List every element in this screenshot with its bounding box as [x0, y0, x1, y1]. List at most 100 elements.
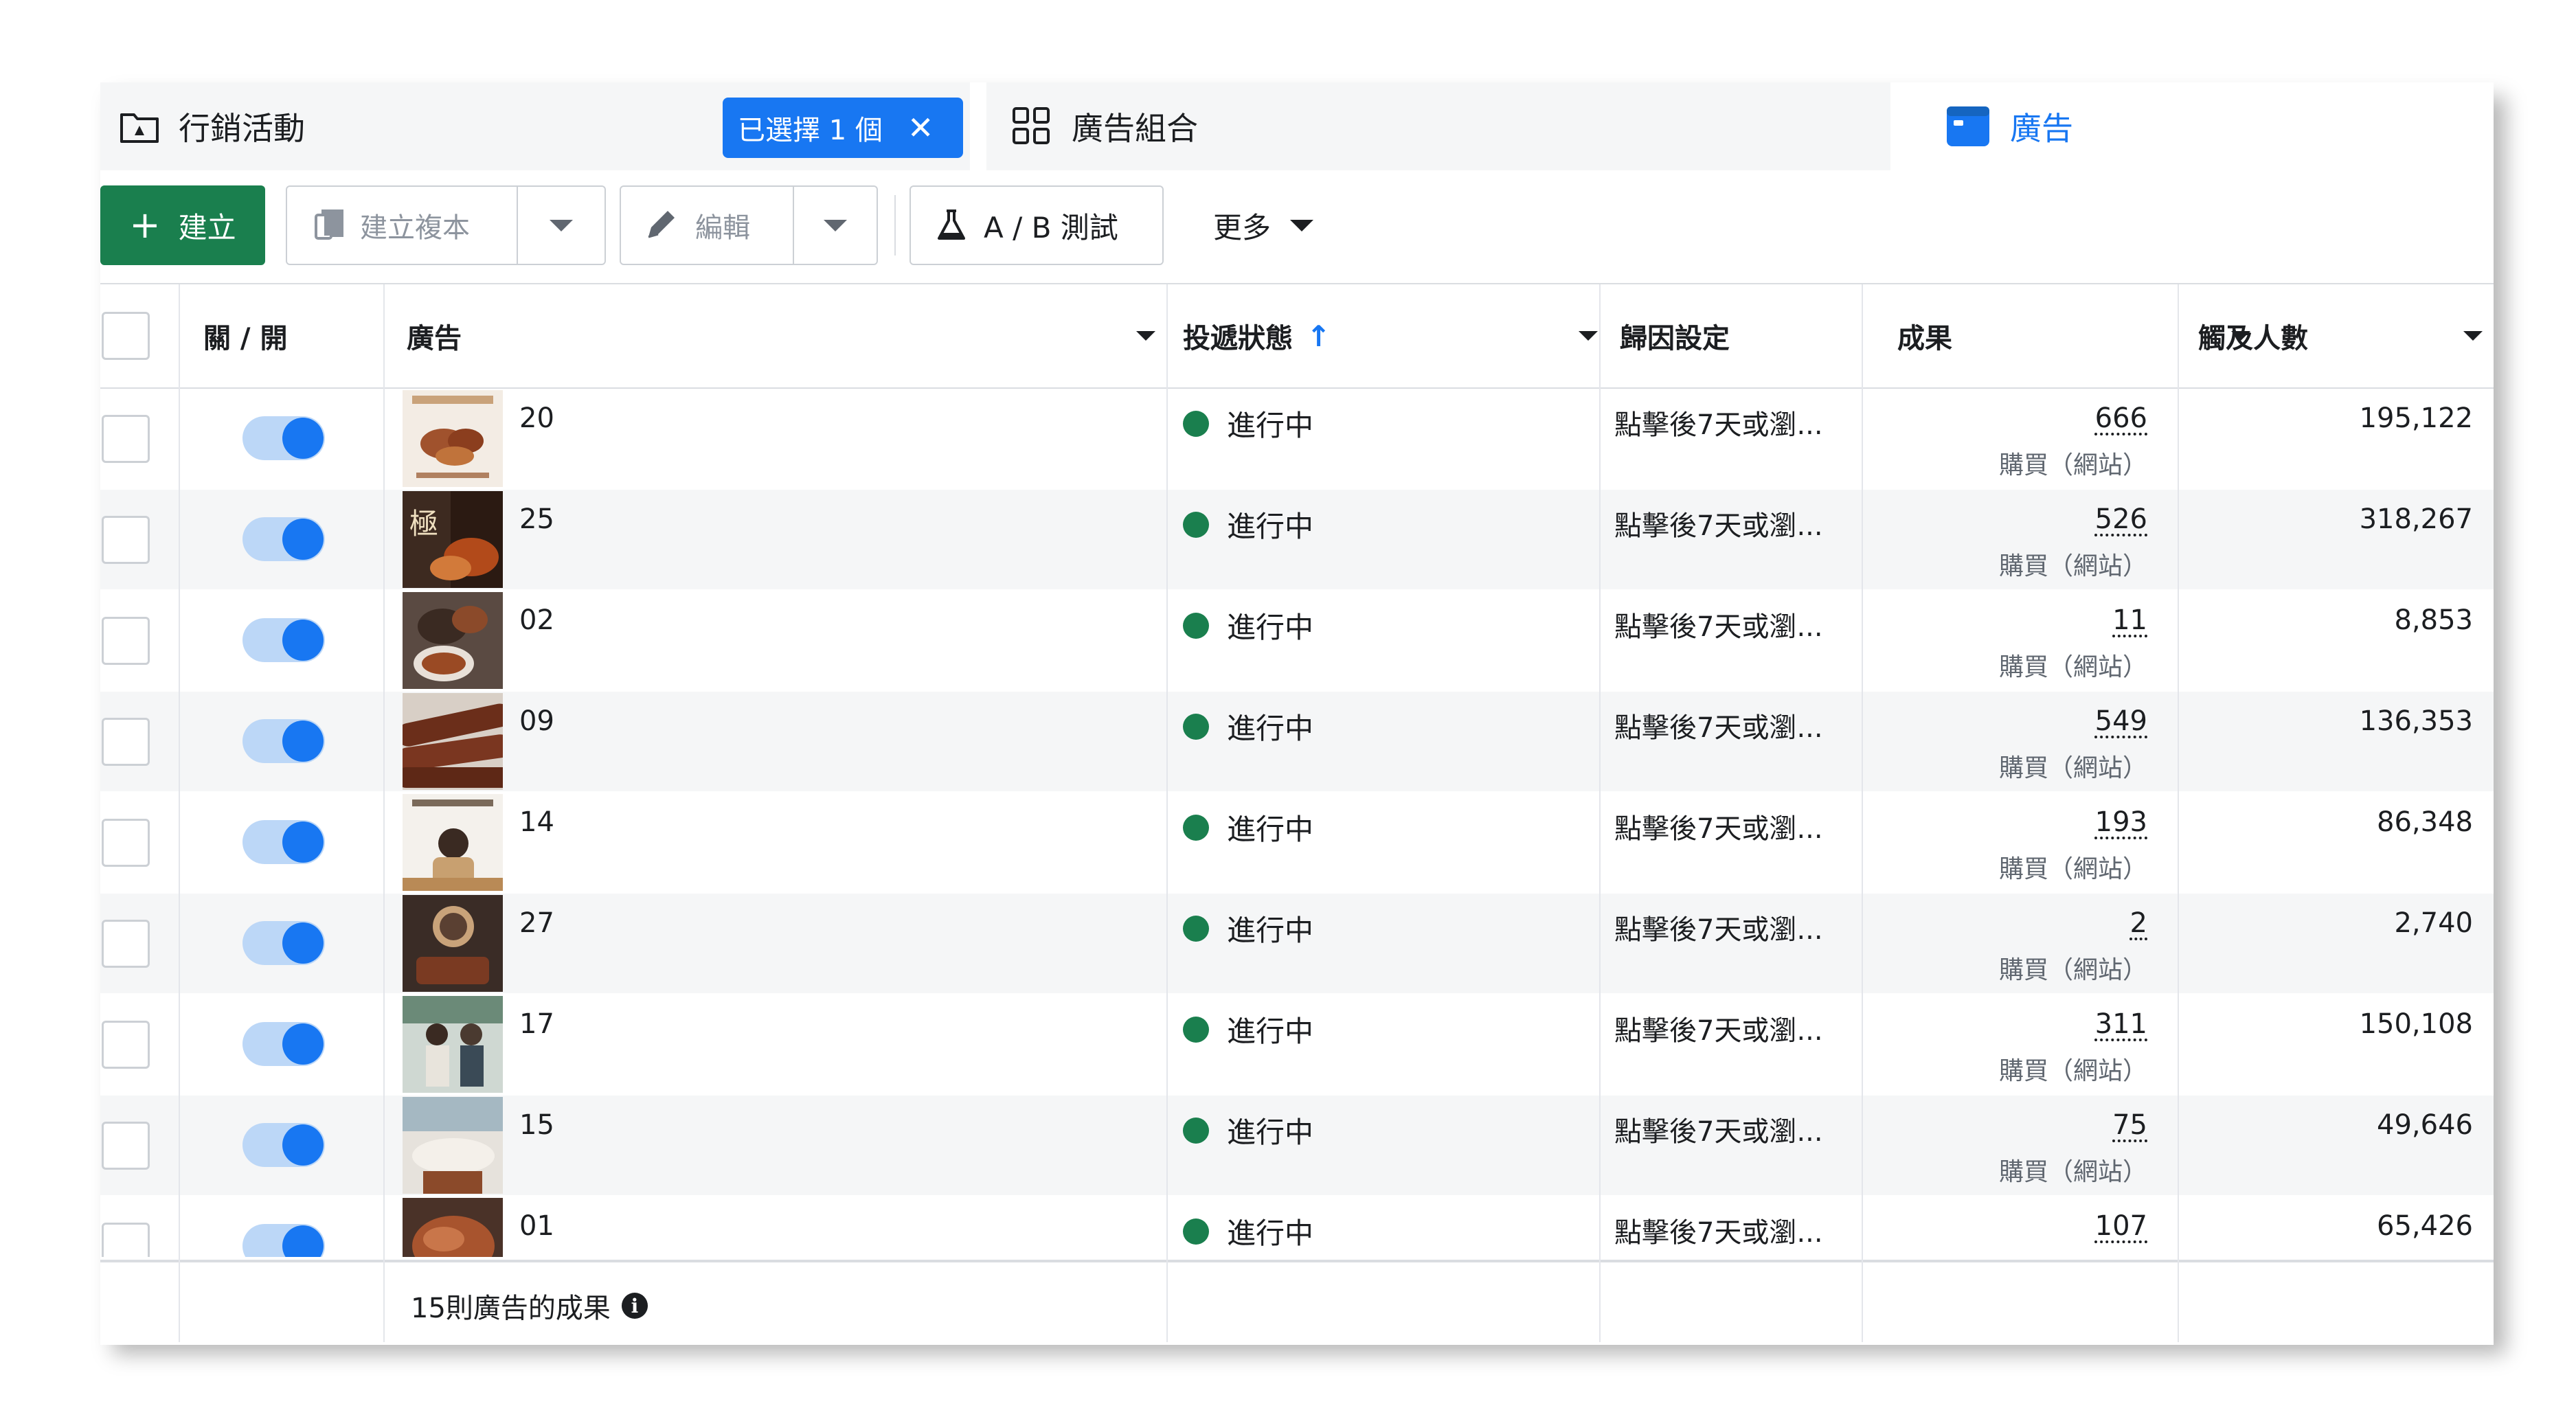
tab-ads[interactable]: 廣告	[1914, 82, 2494, 170]
more-menu-button[interactable]: 更多	[1213, 185, 1314, 265]
row-checkbox[interactable]	[102, 718, 150, 766]
ad-on-off-toggle[interactable]	[242, 719, 325, 763]
chevron-down-icon[interactable]	[1579, 331, 1598, 341]
results-value[interactable]: 11	[1999, 604, 2147, 636]
column-header-toggle[interactable]: 關 / 開	[203, 284, 287, 387]
tab-ad-sets[interactable]: 廣告組合	[986, 82, 1890, 170]
table-row[interactable]: 14 進行中 點擊後7天或瀏... 193 購買（網站） 86,348	[100, 793, 2494, 892]
ad-thumbnail[interactable]	[403, 895, 503, 992]
ad-name-link[interactable]: 25	[519, 503, 554, 535]
table-row[interactable]: 09 進行中 點擊後7天或瀏... 549 購買（網站） 136,353	[100, 692, 2494, 791]
ad-on-off-toggle[interactable]	[242, 1022, 325, 1066]
ad-thumbnail[interactable]: 極	[403, 491, 503, 588]
ad-thumbnail[interactable]	[403, 592, 503, 689]
selected-count-badge[interactable]: 已選擇 1 個 ✕	[723, 98, 963, 158]
column-header-delivery-label: 投遞狀態	[1183, 323, 1293, 354]
svg-text:極: 極	[409, 507, 438, 541]
results-cell: 549 購買（網站）	[1999, 705, 2147, 784]
chevron-down-icon[interactable]	[1136, 331, 1155, 341]
results-value[interactable]: 549	[1999, 705, 2147, 737]
column-header-results[interactable]: 成果	[1897, 284, 2250, 387]
row-checkbox[interactable]	[102, 516, 150, 564]
ad-thumbnail[interactable]	[403, 1198, 503, 1257]
ad-on-off-toggle[interactable]	[242, 1123, 325, 1167]
column-header-reach[interactable]: 觸及人數	[2198, 284, 2487, 387]
row-checkbox[interactable]	[102, 920, 150, 968]
results-value[interactable]: 2	[1999, 907, 2147, 939]
table-row[interactable]: 17 進行中 點擊後7天或瀏... 311 購買（網站） 150,108	[100, 995, 2494, 1094]
table-row[interactable]: 02 進行中 點擊後7天或瀏... 11 購買（網站） 8,853	[100, 591, 2494, 690]
info-icon[interactable]: i	[621, 1293, 648, 1319]
table-row[interactable]: 極 25 進行中 點擊後7天或瀏... 526 購買（網站） 318,267	[100, 490, 2494, 589]
table-row[interactable]: 15 進行中 點擊後7天或瀏... 75 購買（網站） 49,646	[100, 1096, 2494, 1195]
results-value[interactable]: 311	[1999, 1008, 2147, 1040]
close-icon[interactable]: ✕	[907, 112, 934, 144]
results-value[interactable]: 75	[1999, 1109, 2147, 1141]
results-type: 購買（網站）	[1998, 451, 2147, 479]
ad-name-link[interactable]: 01	[519, 1210, 554, 1242]
create-button[interactable]: + 建立	[100, 185, 265, 265]
column-header-ad[interactable]: 廣告	[407, 284, 1155, 387]
column-header-reach-label: 觸及人數	[2198, 323, 2308, 354]
ad-on-off-toggle[interactable]	[242, 618, 325, 662]
ab-test-button[interactable]: A / B 測試	[909, 185, 1164, 265]
tab-campaigns[interactable]: 行銷活動 已選擇 1 個 ✕	[100, 82, 970, 170]
row-checkbox[interactable]	[102, 1122, 150, 1170]
ad-thumbnail[interactable]	[403, 794, 503, 891]
results-value[interactable]: 107	[1999, 1210, 2147, 1242]
sort-ascending-icon[interactable]: ↑	[1307, 319, 1331, 353]
status-active-dot	[1183, 511, 1209, 538]
table-body: 20 進行中 點擊後7天或瀏... 666 購買（網站） 195,122 極 2…	[100, 389, 2494, 1257]
row-checkbox[interactable]	[102, 1021, 150, 1069]
select-all-checkbox[interactable]	[102, 312, 150, 360]
table-row[interactable]: 01 進行中 點擊後7天或瀏... 107 購買（網站） 65,426	[100, 1197, 2494, 1257]
ad-name-link[interactable]: 15	[519, 1109, 554, 1141]
results-value[interactable]: 526	[1999, 503, 2147, 535]
ad-on-off-toggle[interactable]	[242, 921, 325, 965]
column-header-attribution[interactable]: 歸因設定	[1620, 284, 1730, 387]
reach-value: 65,426	[2377, 1210, 2473, 1242]
status-active-dot	[1183, 410, 1209, 437]
ad-name-link[interactable]: 20	[519, 402, 554, 434]
column-header-delivery[interactable]: 投遞狀態 ↑	[1183, 284, 1598, 387]
ad-thumbnail[interactable]	[403, 693, 503, 790]
results-value[interactable]: 193	[1999, 806, 2147, 838]
edit-dropdown-button[interactable]	[794, 187, 877, 264]
ad-name-link[interactable]: 27	[519, 907, 554, 939]
duplicate-button-label: 建立複本	[360, 212, 470, 244]
ad-on-off-toggle[interactable]	[242, 1224, 325, 1257]
ad-thumbnail[interactable]	[403, 390, 503, 487]
ad-name-link[interactable]: 09	[519, 705, 554, 737]
ad-name-link[interactable]: 17	[519, 1008, 554, 1040]
ad-on-off-toggle[interactable]	[242, 517, 325, 561]
table-row[interactable]: 20 進行中 點擊後7天或瀏... 666 購買（網站） 195,122	[100, 389, 2494, 488]
row-checkbox[interactable]	[102, 415, 150, 463]
results-cell: 193 購買（網站）	[1999, 806, 2147, 885]
ad-name-link[interactable]: 14	[519, 806, 554, 838]
column-header-attribution-label: 歸因設定	[1620, 323, 1730, 354]
ad-thumbnail[interactable]	[403, 996, 503, 1093]
ad-thumbnail[interactable]	[403, 1097, 503, 1194]
delivery-status-label: 進行中	[1227, 409, 1314, 442]
ad-on-off-toggle[interactable]	[242, 820, 325, 864]
results-cell: 75 購買（網站）	[1999, 1109, 2147, 1188]
row-checkbox[interactable]	[102, 1223, 150, 1257]
row-checkbox[interactable]	[102, 819, 150, 867]
reach-value: 86,348	[2377, 806, 2473, 838]
results-value[interactable]: 666	[1999, 402, 2147, 434]
attribution-setting: 點擊後7天或瀏...	[1614, 611, 1823, 643]
edit-button[interactable]: 編輯	[620, 185, 878, 265]
ad-name-link[interactable]: 02	[519, 604, 554, 636]
reach-value: 2,740	[2394, 907, 2473, 939]
level-tabs: 行銷活動 已選擇 1 個 ✕ 廣告組合 廣告	[100, 82, 2494, 170]
duplicate-button[interactable]: 建立複本	[286, 185, 606, 265]
row-checkbox[interactable]	[102, 617, 150, 665]
tab-campaigns-label: 行銷活動	[179, 110, 305, 147]
duplicate-dropdown-button[interactable]	[518, 187, 605, 264]
ad-on-off-toggle[interactable]	[242, 416, 325, 460]
toggle-knob	[282, 1023, 324, 1065]
table-row[interactable]: 27 進行中 點擊後7天或瀏... 2 購買（網站） 2,740	[100, 894, 2494, 993]
chevron-down-icon[interactable]	[2463, 331, 2483, 341]
results-type: 購買（網站）	[1998, 1158, 2147, 1186]
create-button-label: 建立	[178, 210, 236, 245]
